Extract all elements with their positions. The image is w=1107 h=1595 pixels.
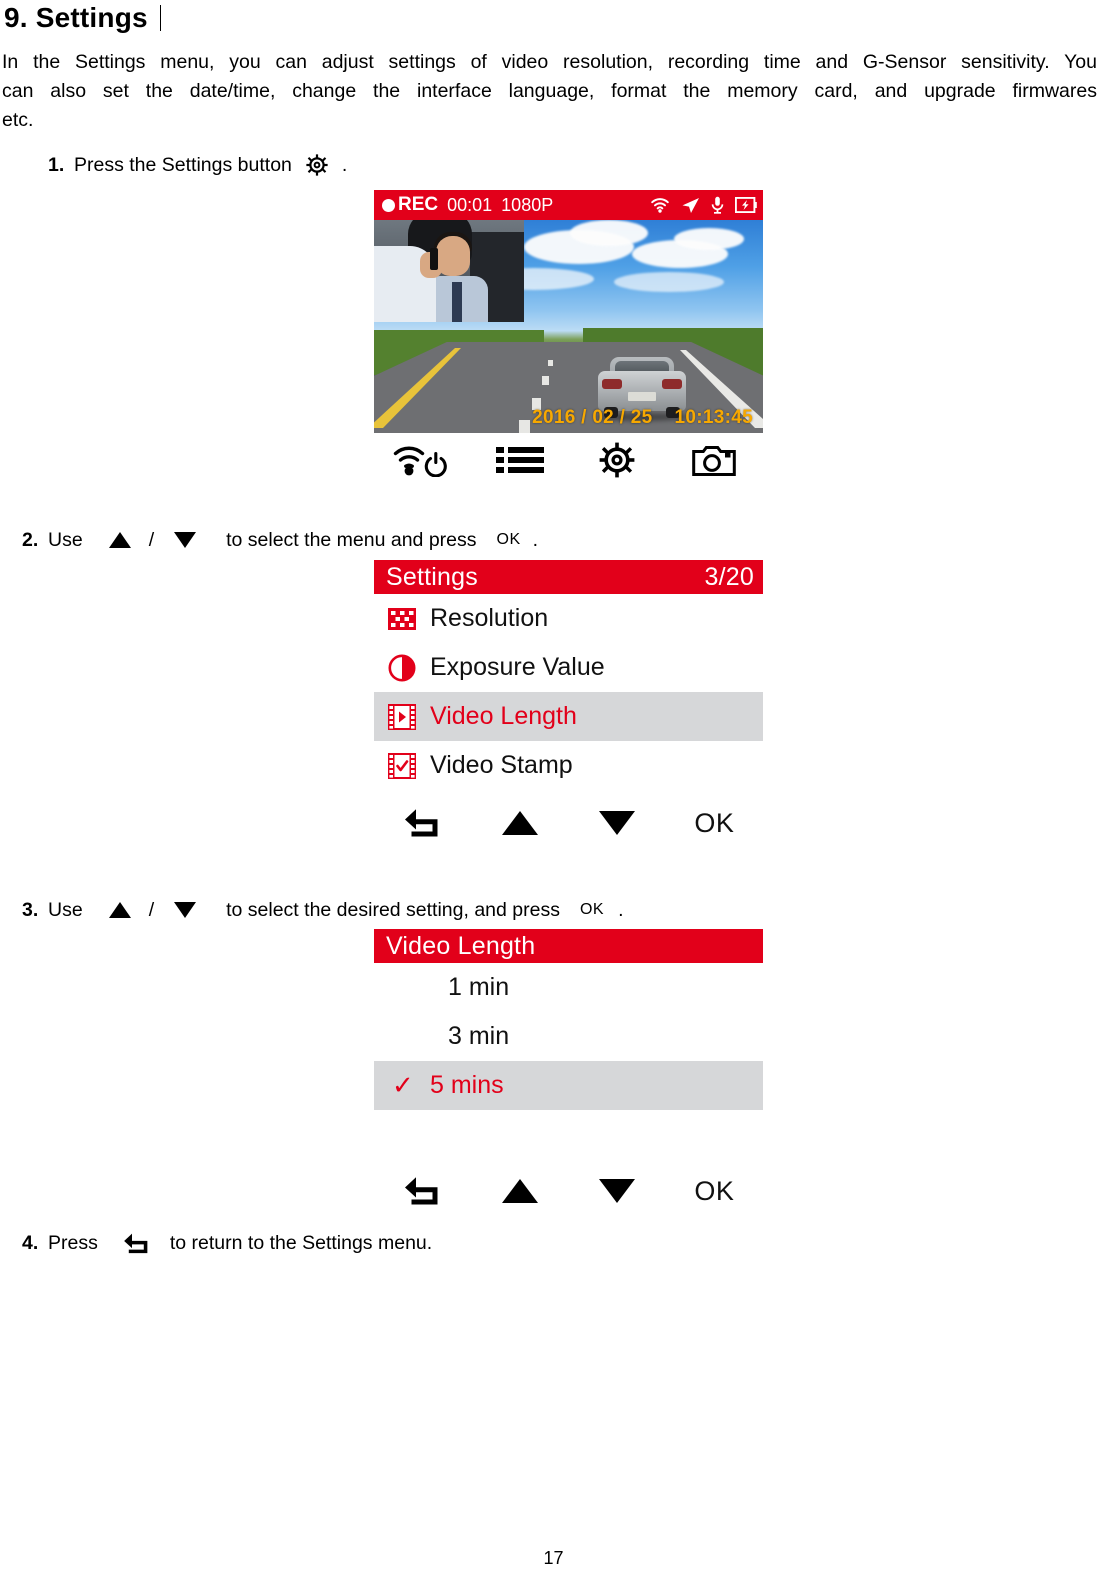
triangle-up-icon[interactable] xyxy=(475,802,565,844)
step-2: 2. Use / to select the menu and press OK… xyxy=(18,527,538,553)
step-3-number: 3. xyxy=(22,899,39,921)
lcd-status-icons xyxy=(650,196,757,214)
wifi-icon xyxy=(650,197,670,213)
triangle-down-icon[interactable] xyxy=(572,802,662,844)
step-4-number: 4. xyxy=(22,1232,39,1254)
wifi-power-icon[interactable] xyxy=(378,439,468,481)
page-title: 9. Settings xyxy=(4,2,161,34)
step-3: 3. Use / to select the desired setting, … xyxy=(18,897,624,923)
film-play-icon xyxy=(388,703,424,730)
step-1-text-after: . xyxy=(341,154,348,176)
back-arrow-icon xyxy=(122,1232,148,1254)
menu-item-label: Resolution xyxy=(430,604,549,632)
settings-menu-title-bar: Settings 3/20 xyxy=(374,560,763,594)
triangle-down-icon xyxy=(174,532,197,548)
step-4: 4. Press to return to the Settings menu. xyxy=(18,1230,432,1256)
step-3-text-before: Use xyxy=(48,899,83,921)
step-2-text-before: Use xyxy=(48,529,83,551)
checkerboard-icon xyxy=(388,607,424,630)
rec-timer: 00:01 xyxy=(447,194,493,215)
option-5-mins[interactable]: ✓ 5 mins xyxy=(374,1061,763,1110)
manual-page: 9. Settings In the Settings menu, you ca… xyxy=(0,0,1107,1595)
settings-menu-counter: 3/20 xyxy=(704,562,754,591)
camera-snapshot-icon[interactable] xyxy=(669,439,759,481)
settings-menu-screen: Settings 3/20 Resolution Exposure Value … xyxy=(374,560,763,790)
chapter-heading-text: 9. Settings xyxy=(4,2,148,33)
step-2-number: 2. xyxy=(22,529,39,551)
menu-item-exposure-value[interactable]: Exposure Value xyxy=(374,643,763,692)
triangle-down-icon[interactable] xyxy=(572,1170,662,1212)
back-arrow-icon[interactable] xyxy=(378,802,468,844)
gps-arrow-icon xyxy=(681,197,700,214)
step-4-text-after: to return to the Settings menu. xyxy=(169,1232,433,1254)
back-arrow-icon[interactable] xyxy=(378,1170,468,1212)
lcd-date: 2016 / 02 / 25 xyxy=(532,407,653,428)
settings-gear-icon[interactable] xyxy=(572,439,662,481)
intro-line-1: In the Settings menu, you can adjust set… xyxy=(2,51,1097,73)
gear-icon xyxy=(306,154,328,176)
ok-button[interactable]: OK xyxy=(669,1170,759,1212)
intro-line-2: can also set the date/time, change the i… xyxy=(2,80,1097,102)
triangle-up-icon xyxy=(108,532,131,548)
lcd-status-bar: REC 00:01 1080P xyxy=(374,190,763,220)
settings-nav-row: OK xyxy=(374,800,763,846)
driver-camera-inset xyxy=(374,220,524,322)
microphone-icon xyxy=(711,196,724,214)
rec-indicator-label: REC xyxy=(398,194,439,215)
step-3-separator: / xyxy=(148,899,155,921)
step-2-text-after: . xyxy=(532,529,539,551)
step-1: 1. Press the Settings button . xyxy=(44,152,347,178)
menu-item-label: Video Stamp xyxy=(430,751,573,779)
page-number: 17 xyxy=(543,1548,564,1568)
ok-button[interactable]: OK xyxy=(669,802,759,844)
lcd-camera-view: 2016 / 02 / 25 10:13:45 xyxy=(374,220,763,433)
video-length-nav-row: OK xyxy=(374,1168,763,1214)
intro-line-3: etc. xyxy=(2,109,34,131)
video-length-menu-screen: Video Length 1 min 3 min ✓ 5 mins xyxy=(374,929,763,1110)
film-check-icon xyxy=(388,752,424,779)
video-length-title: Video Length xyxy=(386,931,536,960)
step-2-separator: / xyxy=(148,529,155,551)
battery-charging-icon xyxy=(735,197,757,213)
step-1-number: 1. xyxy=(48,154,65,176)
step-2-text-middle: to select the menu and press xyxy=(226,529,477,551)
ok-button-label: OK xyxy=(694,807,735,838)
lcd-datetime-stamp: 2016 / 02 / 25 10:13:45 xyxy=(532,407,753,429)
intro-paragraph: In the Settings menu, you can adjust set… xyxy=(2,48,1097,135)
menu-item-video-stamp[interactable]: Video Stamp xyxy=(374,741,763,790)
step-3-text-after: . xyxy=(618,899,624,921)
record-dot-icon xyxy=(382,198,395,212)
ok-button-glyph: OK xyxy=(579,901,605,918)
option-label: 3 min xyxy=(448,1022,510,1050)
menu-list-icon[interactable] xyxy=(475,439,565,481)
option-label: 5 mins xyxy=(430,1071,504,1099)
triangle-down-icon xyxy=(174,902,197,918)
step-3-text-middle: to select the desired setting, and press xyxy=(226,899,560,921)
menu-item-resolution[interactable]: Resolution xyxy=(374,594,763,643)
option-label: 1 min xyxy=(448,973,510,1001)
menu-item-video-length[interactable]: Video Length xyxy=(374,692,763,741)
contrast-circle-icon xyxy=(388,654,424,682)
rec-resolution: 1080P xyxy=(501,194,554,215)
video-length-title-bar: Video Length xyxy=(374,929,763,963)
triangle-up-icon xyxy=(108,902,131,918)
ok-button-glyph: OK xyxy=(496,531,521,548)
menu-item-label: Video Length xyxy=(430,702,577,730)
step-4-text-before: Press xyxy=(48,1232,98,1254)
step-1-text-before: Press the Settings button xyxy=(74,154,292,176)
lcd-button-row xyxy=(374,437,763,483)
menu-item-label: Exposure Value xyxy=(430,653,605,681)
ok-button-label: OK xyxy=(694,1175,735,1206)
option-1-min[interactable]: 1 min xyxy=(374,963,763,1012)
lcd-preview-screen: REC 00:01 1080P 2016 / 02 / 25 10:13:45 xyxy=(374,190,763,433)
option-3-min[interactable]: 3 min xyxy=(374,1012,763,1061)
check-icon: ✓ xyxy=(392,1070,414,1100)
lcd-time: 10:13:45 xyxy=(674,407,753,428)
triangle-up-icon[interactable] xyxy=(475,1170,565,1212)
settings-menu-title: Settings xyxy=(386,562,478,591)
heading-divider xyxy=(159,5,161,31)
